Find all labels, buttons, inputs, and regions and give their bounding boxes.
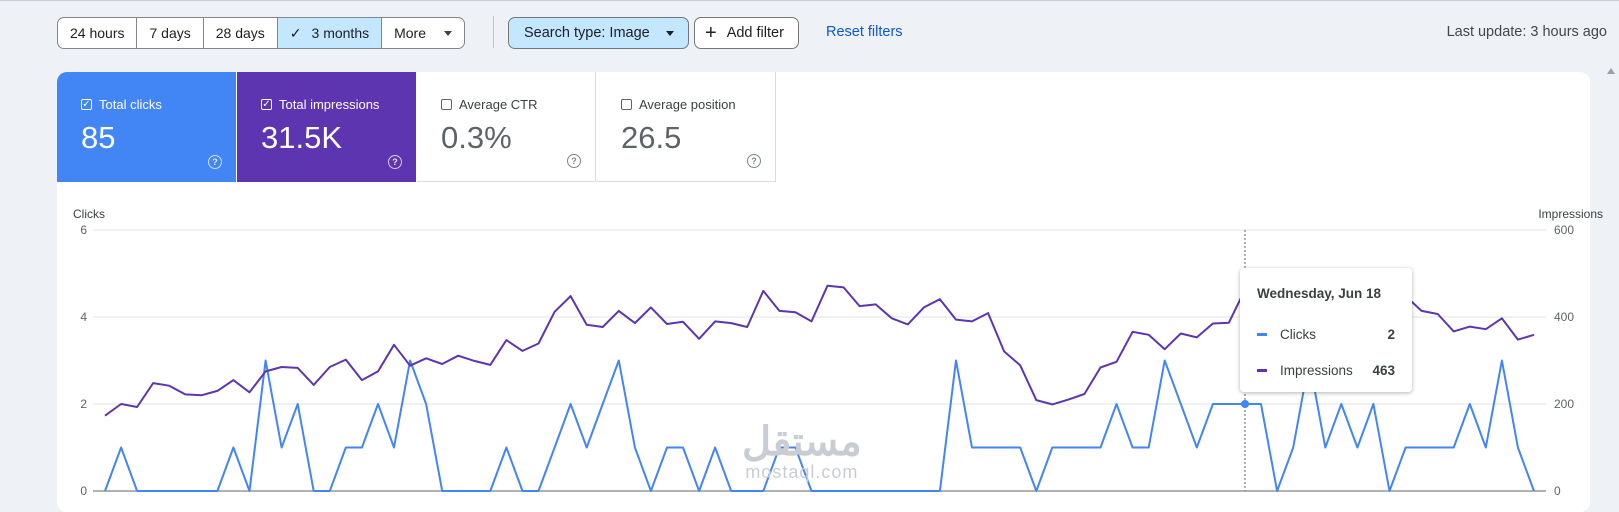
tooltip-label: Clicks bbox=[1280, 327, 1316, 342]
tooltip-value: 2 bbox=[1387, 327, 1395, 342]
tooltip-value: 463 bbox=[1372, 363, 1395, 378]
tooltip-row-clicks: Clicks 2 bbox=[1257, 327, 1395, 342]
tooltip-row-impressions: Impressions 463 bbox=[1257, 363, 1395, 378]
left-tick-label: 2 bbox=[80, 397, 87, 411]
right-axis-title: Impressions bbox=[1538, 207, 1603, 221]
legend-swatch-impressions bbox=[1257, 369, 1267, 372]
left-tick-label: 4 bbox=[80, 310, 87, 324]
watermark-logo: مستقل mostaql.com bbox=[742, 422, 862, 483]
chart-tooltip: Wednesday, Jun 18 Clicks 2 Impressions 4… bbox=[1240, 268, 1412, 392]
right-tick-label: 200 bbox=[1554, 397, 1574, 411]
left-tick-label: 0 bbox=[80, 484, 87, 498]
tooltip-label: Impressions bbox=[1280, 363, 1353, 378]
watermark-arabic: مستقل bbox=[742, 420, 862, 464]
legend-swatch-clicks bbox=[1257, 333, 1267, 336]
watermark-latin: mostaql.com bbox=[745, 462, 859, 482]
left-axis-title: Clicks bbox=[73, 207, 105, 221]
highlight-point-clicks bbox=[1240, 400, 1249, 408]
right-tick-label: 0 bbox=[1554, 484, 1561, 498]
right-tick-label: 400 bbox=[1554, 310, 1574, 324]
tooltip-date: Wednesday, Jun 18 bbox=[1257, 286, 1382, 301]
left-tick-label: 6 bbox=[80, 223, 87, 237]
right-tick-label: 600 bbox=[1554, 223, 1574, 237]
